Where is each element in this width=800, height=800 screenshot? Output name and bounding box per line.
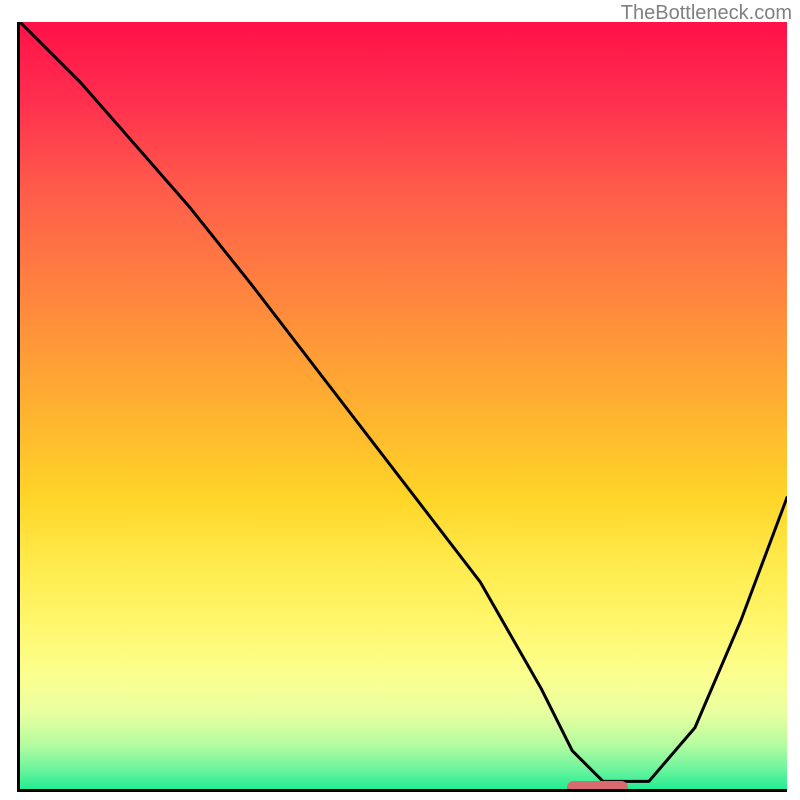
chart-plot-area	[17, 22, 787, 792]
chart-marker	[567, 781, 629, 792]
watermark-text: TheBottleneck.com	[621, 2, 792, 25]
chart-curve	[20, 22, 787, 789]
